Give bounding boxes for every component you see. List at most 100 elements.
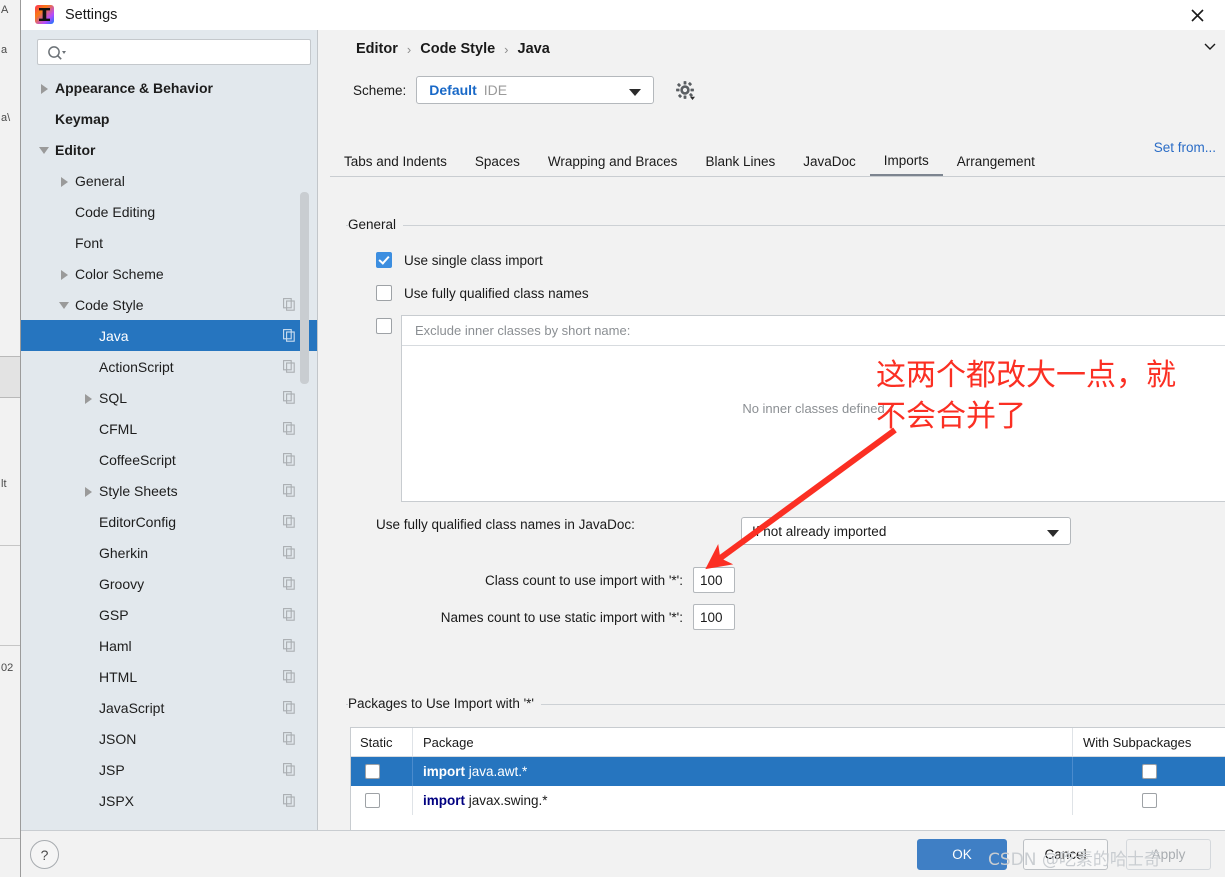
- javadoc-fqn-dropdown[interactable]: If not already imported: [741, 517, 1071, 545]
- checkbox-box[interactable]: [376, 285, 392, 301]
- tab-arrangement[interactable]: Arrangement: [943, 146, 1049, 177]
- copy-scheme-icon[interactable]: [283, 422, 295, 435]
- sidebar-item-jsp[interactable]: JSP: [21, 754, 317, 785]
- sidebar-item-color-scheme[interactable]: Color Scheme: [21, 258, 317, 289]
- checkbox-label: Use fully qualified class names: [404, 285, 589, 301]
- apply-button[interactable]: Apply: [1126, 839, 1211, 870]
- sidebar-item-code-editing[interactable]: Code Editing: [21, 196, 317, 227]
- sidebar-item-haml[interactable]: Haml: [21, 630, 317, 661]
- expand-arrow-right-icon[interactable]: [81, 391, 95, 405]
- with-subpackages-checkbox[interactable]: [1141, 793, 1157, 808]
- copy-scheme-icon[interactable]: [283, 453, 295, 466]
- table-row[interactable]: import javax.swing.*: [351, 786, 1225, 815]
- copy-scheme-icon[interactable]: [283, 701, 295, 714]
- copy-scheme-icon[interactable]: [283, 546, 295, 559]
- checkbox-use-single-class-import[interactable]: Use single class import: [376, 252, 543, 268]
- copy-scheme-icon[interactable]: [283, 298, 295, 311]
- settings-content-panel: Editor › Code Style › Java Scheme: Defau…: [318, 30, 1225, 849]
- sidebar-item-sql[interactable]: SQL: [21, 382, 317, 413]
- with-subpackages-checkbox[interactable]: [1141, 764, 1157, 779]
- tab-imports[interactable]: Imports: [869, 146, 943, 177]
- chevron-down-icon[interactable]: [1200, 36, 1220, 56]
- copy-scheme-icon[interactable]: [283, 329, 295, 342]
- cancel-button[interactable]: Cancel: [1023, 839, 1108, 870]
- expand-arrow-right-icon[interactable]: [57, 174, 71, 188]
- tab-spaces[interactable]: Spaces: [461, 146, 534, 177]
- sidebar-item-json[interactable]: JSON: [21, 723, 317, 754]
- sidebar-scrollbar-thumb[interactable]: [300, 192, 309, 384]
- sidebar-item-font[interactable]: Font: [21, 227, 317, 258]
- scheme-row: Scheme: Default IDE: [353, 76, 696, 104]
- sidebar-item-appearance-behavior[interactable]: Appearance & Behavior: [21, 72, 317, 103]
- expand-arrow-right-icon[interactable]: [37, 81, 51, 95]
- copy-scheme-icon[interactable]: [283, 794, 295, 807]
- names-count-input[interactable]: [693, 604, 735, 630]
- sidebar-item-java[interactable]: Java: [21, 320, 317, 351]
- search-input[interactable]: [72, 42, 306, 66]
- expand-arrow-down-icon[interactable]: [37, 143, 51, 157]
- scheme-dropdown[interactable]: Default IDE: [416, 76, 655, 104]
- sidebar-item-keymap[interactable]: Keymap: [21, 103, 317, 134]
- sidebar-item-label: Gherkin: [99, 544, 149, 561]
- bg-text-fragment: a\: [1, 112, 11, 124]
- tab-wrapping-and-braces[interactable]: Wrapping and Braces: [534, 146, 692, 177]
- checkbox-box[interactable]: [376, 318, 392, 334]
- expand-arrow-right-icon[interactable]: [57, 267, 71, 281]
- gear-icon[interactable]: [674, 79, 696, 101]
- class-count-input[interactable]: [693, 567, 735, 593]
- sidebar-item-label: Code Editing: [75, 203, 156, 220]
- copy-scheme-icon[interactable]: [283, 763, 295, 776]
- search-box[interactable]: [37, 39, 311, 66]
- static-checkbox[interactable]: [365, 793, 380, 808]
- ok-button[interactable]: OK: [917, 839, 1007, 870]
- sidebar-item-editor[interactable]: Editor: [21, 134, 317, 165]
- table-row[interactable]: import java.awt.*: [351, 757, 1225, 786]
- sidebar-item-editorconfig[interactable]: EditorConfig: [21, 506, 317, 537]
- expand-arrow-down-icon[interactable]: [57, 298, 71, 312]
- tab-javadoc[interactable]: JavaDoc: [789, 146, 870, 177]
- close-icon[interactable]: [1174, 0, 1220, 30]
- sidebar-item-cfml[interactable]: CFML: [21, 413, 317, 444]
- copy-scheme-icon[interactable]: [283, 670, 295, 683]
- help-button[interactable]: ?: [30, 840, 59, 869]
- search-area: [21, 30, 317, 72]
- checkbox-box[interactable]: [376, 252, 392, 268]
- breadcrumb-item-editor[interactable]: Editor: [356, 41, 398, 57]
- sidebar-item-actionscript[interactable]: ActionScript: [21, 351, 317, 382]
- sidebar-item-coffeescript[interactable]: CoffeeScript: [21, 444, 317, 475]
- sidebar-item-label: Java: [99, 327, 129, 344]
- sidebar-item-code-style[interactable]: Code Style: [21, 289, 317, 320]
- copy-scheme-icon[interactable]: [283, 732, 295, 745]
- column-header-static: Static: [351, 728, 413, 756]
- sidebar-item-javascript[interactable]: JavaScript: [21, 692, 317, 723]
- breadcrumb-item-code-style[interactable]: Code Style: [420, 41, 495, 57]
- copy-scheme-icon[interactable]: [283, 484, 295, 497]
- settings-sidebar: Appearance & Behavior Keymap Editor General…: [21, 30, 317, 830]
- sidebar-item-groovy[interactable]: Groovy: [21, 568, 317, 599]
- copy-scheme-icon[interactable]: [283, 639, 295, 652]
- copy-scheme-icon[interactable]: [283, 515, 295, 528]
- sidebar-scrollbar-track[interactable]: [300, 72, 313, 830]
- expand-arrow-right-icon[interactable]: [81, 484, 95, 498]
- copy-scheme-icon[interactable]: [283, 360, 295, 373]
- copy-scheme-icon[interactable]: [283, 577, 295, 590]
- scheme-selected-value: Default: [429, 82, 477, 98]
- sidebar-item-html[interactable]: HTML: [21, 661, 317, 692]
- sidebar-item-gsp[interactable]: GSP: [21, 599, 317, 630]
- sidebar-item-gherkin[interactable]: Gherkin: [21, 537, 317, 568]
- checkbox-use-fully-qualified-class-names[interactable]: Use fully qualified class names: [376, 285, 589, 301]
- copy-scheme-icon[interactable]: [283, 391, 295, 404]
- sidebar-item-style-sheets[interactable]: Style Sheets: [21, 475, 317, 506]
- tab-tabs-and-indents[interactable]: Tabs and Indents: [330, 146, 461, 177]
- tab-blank-lines[interactable]: Blank Lines: [691, 146, 789, 177]
- sidebar-item-general[interactable]: General: [21, 165, 317, 196]
- javadoc-fqn-label: Use fully qualified class names in JavaD…: [376, 517, 635, 532]
- package-text: import java.awt.*: [423, 764, 527, 779]
- static-checkbox[interactable]: [365, 764, 380, 779]
- sidebar-item-label: Style Sheets: [99, 482, 178, 499]
- sidebar-item-jspx[interactable]: JSPX: [21, 785, 317, 816]
- copy-scheme-icon[interactable]: [283, 608, 295, 621]
- sidebar-item-label: Haml: [99, 637, 132, 654]
